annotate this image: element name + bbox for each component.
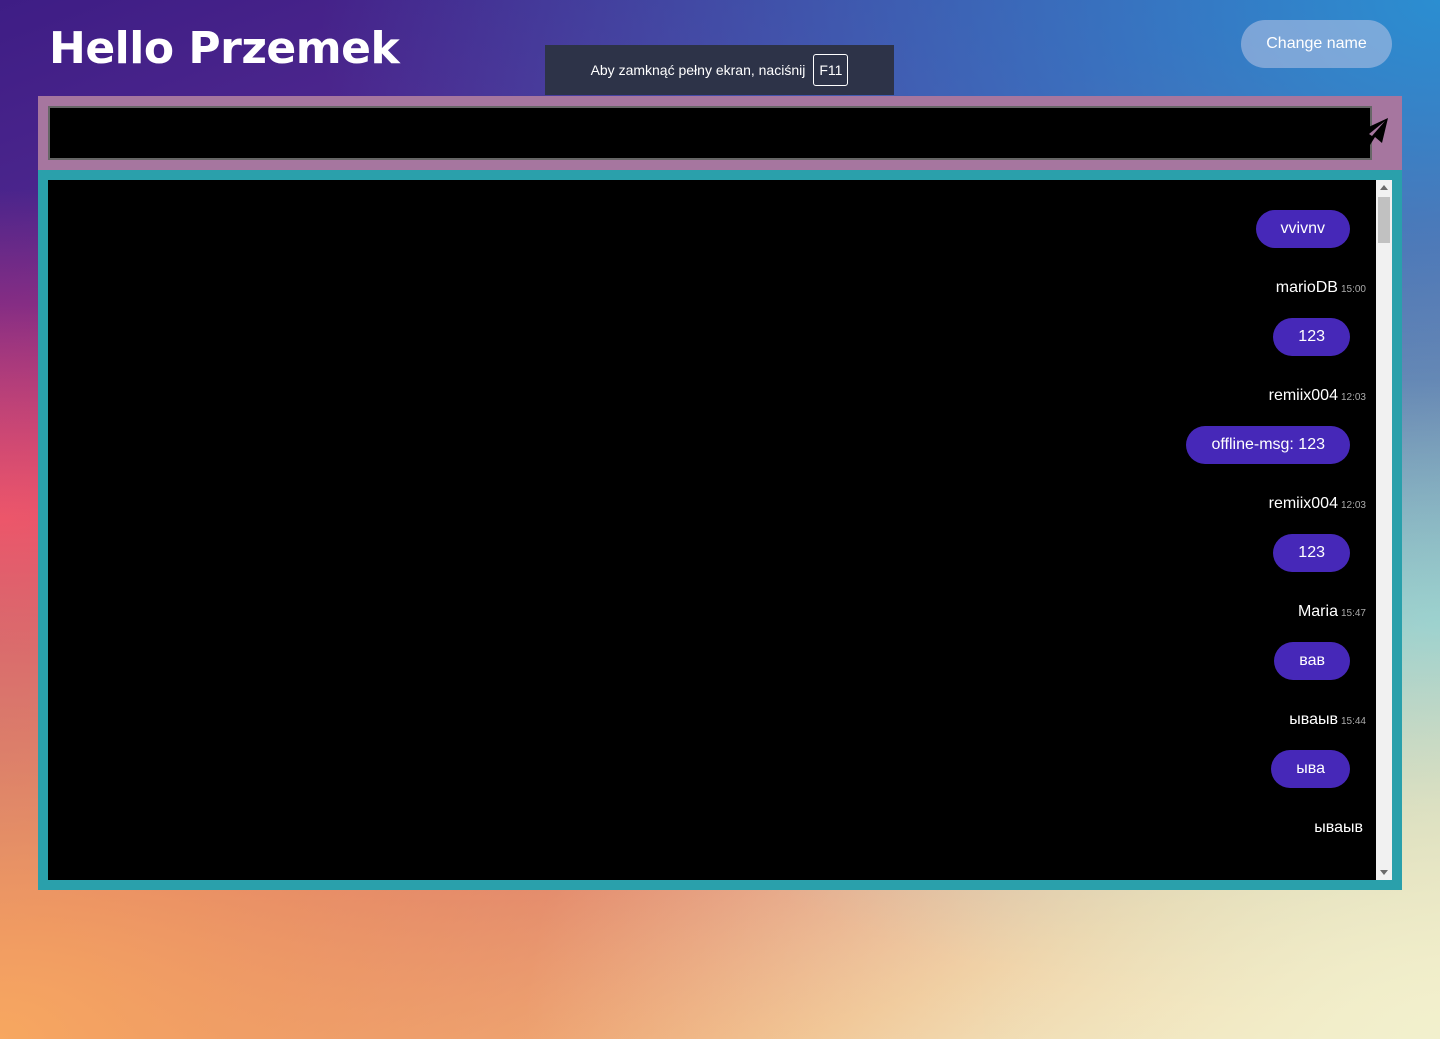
fullscreen-notice-text: Aby zamknąć pełny ekran, naciśnij bbox=[590, 62, 806, 78]
fullscreen-key-hint: F11 bbox=[813, 54, 849, 86]
message-meta: remiix004 12:03 bbox=[1269, 495, 1366, 513]
message-author: ываыв bbox=[1289, 711, 1338, 728]
message-meta: ываыв bbox=[1314, 819, 1366, 837]
message-list: vvivnv marioDB 15:00 123 remiix004 12:03 offli… bbox=[1186, 210, 1366, 858]
message-author: remiix004 bbox=[1268, 495, 1338, 512]
message-bubble: ыва bbox=[1271, 750, 1350, 788]
message-time: 12:03 bbox=[1340, 500, 1366, 511]
message-time: 15:47 bbox=[1340, 608, 1366, 619]
message-author: Maria bbox=[1297, 603, 1338, 620]
message-bubble: 123 bbox=[1273, 318, 1350, 356]
message-bubble: offline-msg: 123 bbox=[1186, 426, 1350, 464]
chat-messages-area: vvivnv marioDB 15:00 123 remiix004 12:03 offli… bbox=[48, 180, 1376, 880]
chat-panel: vvivnv marioDB 15:00 123 remiix004 12:03 offli… bbox=[38, 170, 1402, 890]
message-meta: ываыв 15:44 bbox=[1289, 711, 1366, 729]
fullscreen-exit-notice: Aby zamknąć pełny ekran, naciśnij F11 bbox=[545, 45, 894, 95]
message-composer bbox=[38, 96, 1402, 170]
scroll-up-arrow-icon[interactable] bbox=[1380, 185, 1388, 190]
message-bubble: 123 bbox=[1273, 534, 1350, 572]
scroll-down-arrow-icon[interactable] bbox=[1380, 870, 1388, 875]
message-bubble: вав bbox=[1274, 642, 1350, 680]
message-input[interactable] bbox=[48, 106, 1372, 160]
chat-scrollbar[interactable] bbox=[1376, 180, 1392, 880]
send-button[interactable] bbox=[1358, 116, 1390, 148]
message-meta: Maria 15:47 bbox=[1298, 603, 1366, 621]
message-author: marioDB bbox=[1275, 279, 1338, 296]
paper-plane-icon bbox=[1360, 118, 1388, 145]
message-meta: remiix004 12:03 bbox=[1269, 387, 1366, 405]
message-bubble: vvivnv bbox=[1255, 210, 1350, 248]
message-author: ываыв bbox=[1314, 819, 1363, 836]
message-time: 15:00 bbox=[1340, 284, 1366, 295]
message-author: remiix004 bbox=[1268, 387, 1338, 404]
message-meta: marioDB 15:00 bbox=[1276, 279, 1366, 297]
message-time: 15:44 bbox=[1340, 716, 1366, 727]
scroll-thumb[interactable] bbox=[1378, 197, 1390, 243]
message-time: 12:03 bbox=[1340, 392, 1366, 403]
page-title: Hello Przemek bbox=[49, 23, 400, 74]
change-name-button[interactable]: Change name bbox=[1241, 20, 1392, 68]
